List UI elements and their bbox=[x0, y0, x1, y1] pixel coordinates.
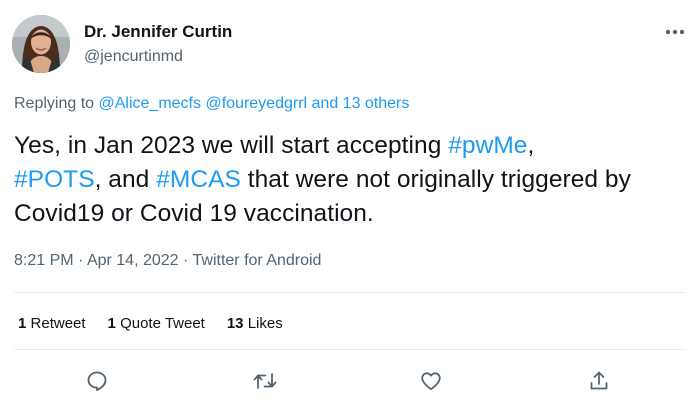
like-icon bbox=[421, 372, 441, 391]
others-link[interactable]: and 13 others bbox=[312, 95, 410, 112]
mention-link[interactable]: @foureyedgrrl bbox=[205, 95, 307, 112]
quotes-count: 1 bbox=[107, 315, 116, 332]
retweet-icon bbox=[253, 373, 277, 389]
avatar[interactable] bbox=[12, 15, 70, 73]
likes-count: 13 bbox=[226, 315, 244, 332]
reply-icon bbox=[87, 371, 107, 391]
tweet-date-link[interactable]: Apr 14, 2022 bbox=[87, 252, 179, 269]
quotes-label: Quote Tweet bbox=[120, 315, 205, 332]
share-button[interactable] bbox=[584, 366, 614, 396]
tweet-time-link[interactable]: 8:21 PM bbox=[14, 252, 74, 269]
action-bar bbox=[0, 366, 700, 396]
replying-to-label: Replying to bbox=[14, 95, 95, 112]
tweet-card: Dr. Jennifer Curtin @jencurtinmd Replyin… bbox=[0, 0, 700, 410]
mention-link[interactable]: @Alice_mecfs bbox=[99, 95, 202, 112]
retweets-stat[interactable]: 1 Retweet bbox=[18, 314, 86, 334]
likes-stat[interactable]: 13 Likes bbox=[227, 314, 283, 334]
share-icon bbox=[590, 371, 608, 390]
tweet-text-segment: , and bbox=[94, 166, 157, 193]
tweet-text-segment: , bbox=[527, 132, 535, 159]
meta-separator: · bbox=[73, 252, 87, 269]
reply-button[interactable] bbox=[82, 366, 112, 396]
retweet-button[interactable] bbox=[250, 366, 280, 396]
like-button[interactable] bbox=[416, 366, 446, 396]
tweet-meta: 8:21 PM · Apr 14, 2022 · Twitter for And… bbox=[14, 251, 321, 271]
tweet-text-segment: Yes, in Jan 2023 we will start accepting bbox=[14, 132, 449, 159]
tweet-source[interactable]: Twitter for Android bbox=[193, 252, 322, 269]
author-name[interactable]: Dr. Jennifer Curtin bbox=[84, 21, 232, 43]
more-options-button[interactable] bbox=[662, 22, 688, 42]
quote-tweets-stat[interactable]: 1 Quote Tweet bbox=[108, 314, 205, 334]
divider bbox=[14, 349, 686, 350]
retweets-count: 1 bbox=[18, 315, 27, 332]
meta-separator: · bbox=[178, 252, 193, 269]
hashtag-link[interactable]: #POTS bbox=[14, 166, 95, 193]
author-handle[interactable]: @jencurtinmd bbox=[84, 47, 183, 67]
hashtag-link[interactable]: #MCAS bbox=[156, 166, 241, 193]
profile-photo-icon bbox=[12, 15, 70, 73]
more-icon bbox=[665, 29, 685, 35]
hashtag-link[interactable]: #pwMe bbox=[448, 132, 527, 159]
likes-label: Likes bbox=[247, 315, 283, 332]
tweet-text: Yes, in Jan 2023 we will start accepting… bbox=[14, 129, 686, 231]
replying-to-line: Replying to @Alice_mecfs @foureyedgrrl a… bbox=[14, 94, 409, 114]
divider bbox=[14, 292, 686, 293]
retweets-label: Retweet bbox=[30, 315, 86, 332]
engagement-stats: 1 Retweet 1 Quote Tweet 13 Likes bbox=[18, 314, 283, 334]
